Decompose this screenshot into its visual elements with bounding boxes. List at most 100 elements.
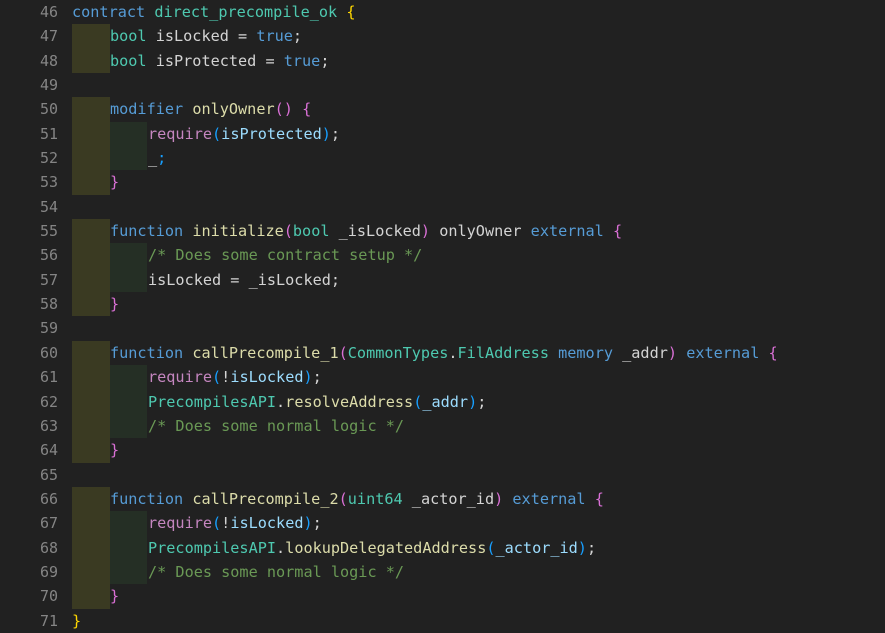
code-line[interactable]: 57 isLocked = _isLocked; bbox=[0, 267, 885, 293]
line-number[interactable]: 48 bbox=[0, 49, 58, 73]
code-line[interactable]: 55 function initialize(bool _isLocked) on… bbox=[0, 219, 885, 244]
token-plain: ; bbox=[292, 27, 303, 46]
code-text[interactable]: bool isProtected = true; bbox=[110, 49, 329, 73]
code-line[interactable]: 51 require(isProtected); bbox=[0, 121, 885, 147]
line-number[interactable]: 60 bbox=[0, 341, 58, 365]
indent-guide-level-2 bbox=[110, 121, 147, 147]
line-number[interactable]: 66 bbox=[0, 487, 58, 511]
token-var: _actor_id bbox=[495, 538, 578, 557]
code-line[interactable]: 50 modifier onlyOwner() { bbox=[0, 97, 885, 122]
code-line[interactable]: 67 require(!isLocked); bbox=[0, 511, 885, 536]
indent-guide-level-1 bbox=[72, 486, 110, 512]
indent-guide-level-1 bbox=[72, 121, 110, 147]
code-text[interactable]: /* Does some normal logic */ bbox=[148, 560, 404, 584]
line-number[interactable]: 62 bbox=[0, 390, 58, 414]
code-line[interactable]: 52 _; bbox=[0, 146, 885, 171]
token-req: require bbox=[148, 368, 213, 387]
code-text[interactable]: } bbox=[110, 438, 119, 462]
code-line[interactable]: 56 /* Does some contract setup */ bbox=[0, 243, 885, 268]
token-b2: ) bbox=[577, 538, 587, 557]
line-number[interactable]: 68 bbox=[0, 536, 58, 560]
code-text[interactable]: modifier onlyOwner() { bbox=[110, 97, 311, 121]
code-line[interactable]: 54 bbox=[0, 195, 885, 219]
code-text[interactable]: require(isProtected); bbox=[148, 122, 340, 146]
indent-guide-level-1 bbox=[72, 48, 110, 74]
line-number[interactable]: 64 bbox=[0, 438, 58, 462]
code-editor[interactable]: 46 contract direct_precompile_ok { 47 bool … bbox=[0, 0, 885, 630]
indent-guide-level-1 bbox=[72, 438, 110, 463]
code-line[interactable]: 46 contract direct_precompile_ok { bbox=[0, 0, 885, 24]
code-line[interactable]: 47 bool isLocked = true; bbox=[0, 24, 885, 49]
code-line[interactable]: 69 /* Does some normal logic */ bbox=[0, 559, 885, 585]
token-type: PrecompilesAPI bbox=[148, 392, 277, 411]
code-text[interactable]: contract direct_precompile_ok { bbox=[72, 0, 356, 24]
code-text[interactable]: PrecompilesAPI.lookupDelegatedAddress(_a… bbox=[148, 536, 596, 560]
code-line[interactable]: 65 bbox=[0, 463, 885, 487]
line-number[interactable]: 50 bbox=[0, 97, 58, 121]
line-number[interactable]: 52 bbox=[0, 146, 58, 170]
line-number[interactable]: 70 bbox=[0, 584, 58, 608]
line-number[interactable]: 57 bbox=[0, 268, 58, 292]
indent-guide-level-1 bbox=[72, 340, 110, 366]
code-text[interactable]: } bbox=[110, 584, 119, 608]
code-text[interactable]: function initialize(bool _isLocked) only… bbox=[110, 219, 622, 243]
token-b2: ( bbox=[413, 392, 423, 411]
code-line[interactable]: 49 bbox=[0, 73, 885, 97]
line-number[interactable]: 67 bbox=[0, 511, 58, 535]
line-number[interactable]: 59 bbox=[0, 316, 58, 340]
token-req: require bbox=[148, 514, 213, 533]
line-number[interactable]: 51 bbox=[0, 122, 58, 146]
indent-guide-level-1 bbox=[72, 243, 110, 268]
line-number[interactable]: 69 bbox=[0, 560, 58, 584]
code-text[interactable]: PrecompilesAPI.resolveAddress(_addr); bbox=[148, 390, 486, 414]
line-number[interactable]: 56 bbox=[0, 243, 58, 267]
code-text[interactable]: require(!isLocked); bbox=[148, 365, 322, 389]
token-plain: isProtected = bbox=[146, 51, 284, 70]
code-line[interactable]: 70} bbox=[0, 584, 885, 609]
code-line[interactable]: 64} bbox=[0, 438, 885, 463]
token-kw: modifier bbox=[110, 100, 184, 119]
code-text[interactable]: function callPrecompile_1(CommonTypes.Fi… bbox=[110, 341, 778, 365]
code-line[interactable]: 58} bbox=[0, 292, 885, 317]
code-line[interactable]: 61 require(!isLocked); bbox=[0, 365, 885, 390]
line-number[interactable]: 58 bbox=[0, 292, 58, 316]
code-line[interactable]: 66 function callPrecompile_2(uint64 _acto… bbox=[0, 486, 885, 512]
code-text[interactable]: function callPrecompile_2(uint64 _actor_… bbox=[110, 487, 604, 511]
code-text[interactable]: } bbox=[72, 609, 81, 633]
code-line[interactable]: 53} bbox=[0, 170, 885, 195]
code-line[interactable]: 48 bool isProtected = true; bbox=[0, 48, 885, 74]
line-number[interactable]: 47 bbox=[0, 24, 58, 48]
line-number[interactable]: 46 bbox=[0, 0, 58, 24]
code-line[interactable]: 63 /* Does some normal logic */ bbox=[0, 413, 885, 439]
code-text[interactable]: } bbox=[110, 170, 119, 194]
code-line[interactable]: 68 PrecompilesAPI.lookupDelegatedAddress(… bbox=[0, 535, 885, 560]
line-number[interactable]: 71 bbox=[0, 609, 58, 633]
code-line[interactable]: 71} bbox=[0, 609, 885, 633]
token-plain: . bbox=[276, 538, 286, 557]
token-type: PrecompilesAPI bbox=[148, 538, 277, 557]
code-text[interactable]: require(!isLocked); bbox=[148, 511, 322, 535]
line-number[interactable]: 49 bbox=[0, 73, 58, 97]
token-b1: { bbox=[768, 343, 778, 362]
code-text[interactable]: isLocked = _isLocked; bbox=[148, 268, 340, 292]
token-fn: onlyOwner bbox=[192, 100, 275, 119]
line-number[interactable]: 54 bbox=[0, 195, 58, 219]
code-lines-container[interactable]: 46 contract direct_precompile_ok { 47 bool … bbox=[0, 0, 885, 630]
code-text[interactable]: _; bbox=[148, 146, 166, 170]
line-number[interactable]: 55 bbox=[0, 219, 58, 243]
code-text[interactable]: } bbox=[110, 292, 119, 316]
code-text[interactable]: /* Does some normal logic */ bbox=[148, 414, 404, 438]
code-line[interactable]: 62 PrecompilesAPI.resolveAddress(_addr); bbox=[0, 389, 885, 414]
code-line[interactable]: 59 bbox=[0, 316, 885, 340]
line-number[interactable]: 61 bbox=[0, 365, 58, 389]
indent-guide-level-1 bbox=[72, 170, 110, 195]
code-text[interactable]: bool isLocked = true; bbox=[110, 24, 302, 48]
code-text[interactable]: /* Does some contract setup */ bbox=[148, 243, 422, 267]
code-line[interactable]: 60 function callPrecompile_1(CommonTypes.… bbox=[0, 340, 885, 366]
line-number[interactable]: 63 bbox=[0, 414, 58, 438]
line-number[interactable]: 53 bbox=[0, 170, 58, 194]
line-number[interactable]: 65 bbox=[0, 463, 58, 487]
token-b1: ) bbox=[420, 222, 431, 241]
